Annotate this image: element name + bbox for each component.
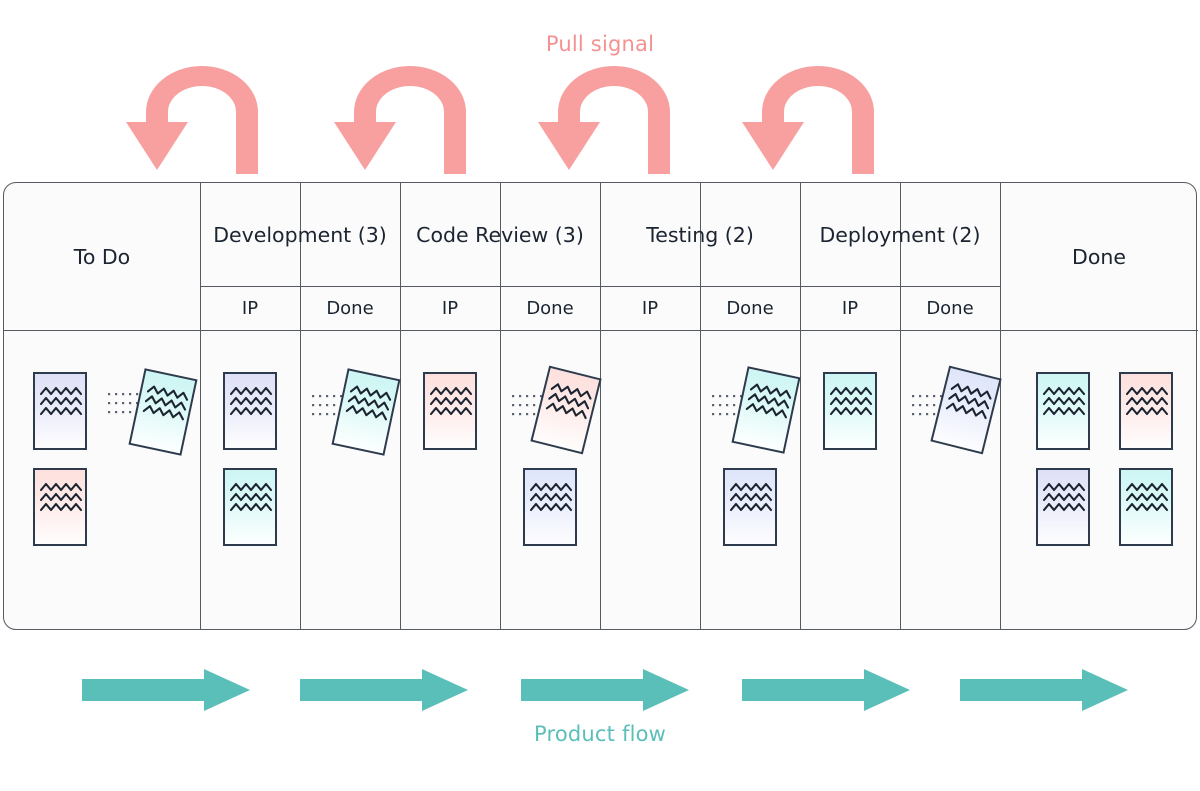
header-bottom-divider <box>4 330 1198 331</box>
pull-signal-arrow-2 <box>334 66 466 174</box>
card-codereview-ip-1[interactable] <box>423 372 477 450</box>
column-header-todo-label: To Do <box>73 244 131 269</box>
subheader-testing-ip-label: IP <box>641 297 659 319</box>
subheader-testing-done-label: Done <box>726 297 774 319</box>
kanban-board: To Do Development (3) Code Review (3) Te… <box>3 182 1198 630</box>
card-text-lines <box>545 381 595 421</box>
subheader-codereview-done[interactable]: Done <box>500 286 600 330</box>
subheader-codereview-ip[interactable]: IP <box>400 286 500 330</box>
card-text-lines <box>1043 386 1087 416</box>
pull-signal-arrow-1 <box>126 66 258 174</box>
subheader-deployment-ip[interactable]: IP <box>800 286 900 330</box>
product-flow-arrow-2 <box>300 669 468 711</box>
column-header-deployment-label: Deployment (2) <box>819 222 981 247</box>
column-header-development-label: Development (3) <box>213 222 387 247</box>
subheader-deployment-ip-label: IP <box>841 297 859 319</box>
column-header-testing-label: Testing (2) <box>646 222 754 247</box>
card-text-lines <box>1126 482 1170 512</box>
card-text-lines <box>530 482 574 512</box>
card-text-lines <box>142 383 191 421</box>
column-header-codereview-label: Code Review (3) <box>416 222 584 247</box>
column-header-development[interactable]: Development (3) <box>200 183 400 286</box>
card-todo-3[interactable] <box>33 468 87 546</box>
card-text-lines <box>40 386 84 416</box>
subheader-development-done-label: Done <box>326 297 374 319</box>
subheader-development-done[interactable]: Done <box>300 286 400 330</box>
card-done-4[interactable] <box>1119 468 1173 546</box>
card-development-ip-2[interactable] <box>223 468 277 546</box>
card-testing-done-1[interactable] <box>731 366 801 454</box>
card-testing-done-2[interactable] <box>723 468 777 546</box>
product-flow-label: Product flow <box>533 722 667 746</box>
subheader-development-ip-label: IP <box>241 297 259 319</box>
kanban-diagram: Pull signal To Do Development (3) Code R… <box>0 0 1200 791</box>
product-flow-arrow-5 <box>960 669 1128 711</box>
column-header-done-label: Done <box>1072 244 1126 269</box>
subheader-deployment-done[interactable]: Done <box>900 286 1000 330</box>
subheader-development-ip[interactable]: IP <box>200 286 300 330</box>
card-text-lines <box>40 482 84 512</box>
card-done-3[interactable] <box>1036 468 1090 546</box>
pull-signal-arrow-3 <box>538 66 670 174</box>
pull-signal-label: Pull signal <box>545 32 655 56</box>
card-text-lines <box>345 383 394 421</box>
card-done-2[interactable] <box>1119 372 1173 450</box>
column-header-testing[interactable]: Testing (2) <box>600 183 800 286</box>
card-text-lines <box>745 381 794 419</box>
column-header-deployment[interactable]: Deployment (2) <box>800 183 1000 286</box>
card-deployment-ip-1[interactable] <box>823 372 877 450</box>
card-todo-1[interactable] <box>33 372 87 450</box>
card-text-lines <box>730 482 774 512</box>
card-text-lines <box>945 381 995 421</box>
card-codereview-done-2[interactable] <box>523 468 577 546</box>
card-text-lines <box>430 386 474 416</box>
product-flow-arrow-3 <box>521 669 689 711</box>
subheader-testing-done[interactable]: Done <box>700 286 800 330</box>
subheader-codereview-ip-label: IP <box>441 297 459 319</box>
subheader-testing-ip[interactable]: IP <box>600 286 700 330</box>
subheader-deployment-done-label: Done <box>926 297 974 319</box>
subheader-codereview-done-label: Done <box>526 297 574 319</box>
card-text-lines <box>830 386 874 416</box>
product-flow-arrow-1 <box>82 669 250 711</box>
column-header-todo[interactable]: To Do <box>4 183 200 330</box>
column-header-codereview[interactable]: Code Review (3) <box>400 183 600 286</box>
column-header-done[interactable]: Done <box>1000 183 1198 330</box>
card-development-ip-1[interactable] <box>223 372 277 450</box>
card-text-lines <box>1043 482 1087 512</box>
card-deployment-done-1[interactable] <box>930 365 1002 455</box>
card-codereview-done-1[interactable] <box>530 365 602 455</box>
product-flow-arrow-4 <box>742 669 910 711</box>
card-text-lines <box>230 386 274 416</box>
card-text-lines <box>230 482 274 512</box>
card-done-1[interactable] <box>1036 372 1090 450</box>
card-text-lines <box>1126 386 1170 416</box>
pull-signal-arrow-4 <box>742 66 874 174</box>
card-development-done-1[interactable] <box>331 368 401 456</box>
card-todo-2[interactable] <box>128 368 198 456</box>
